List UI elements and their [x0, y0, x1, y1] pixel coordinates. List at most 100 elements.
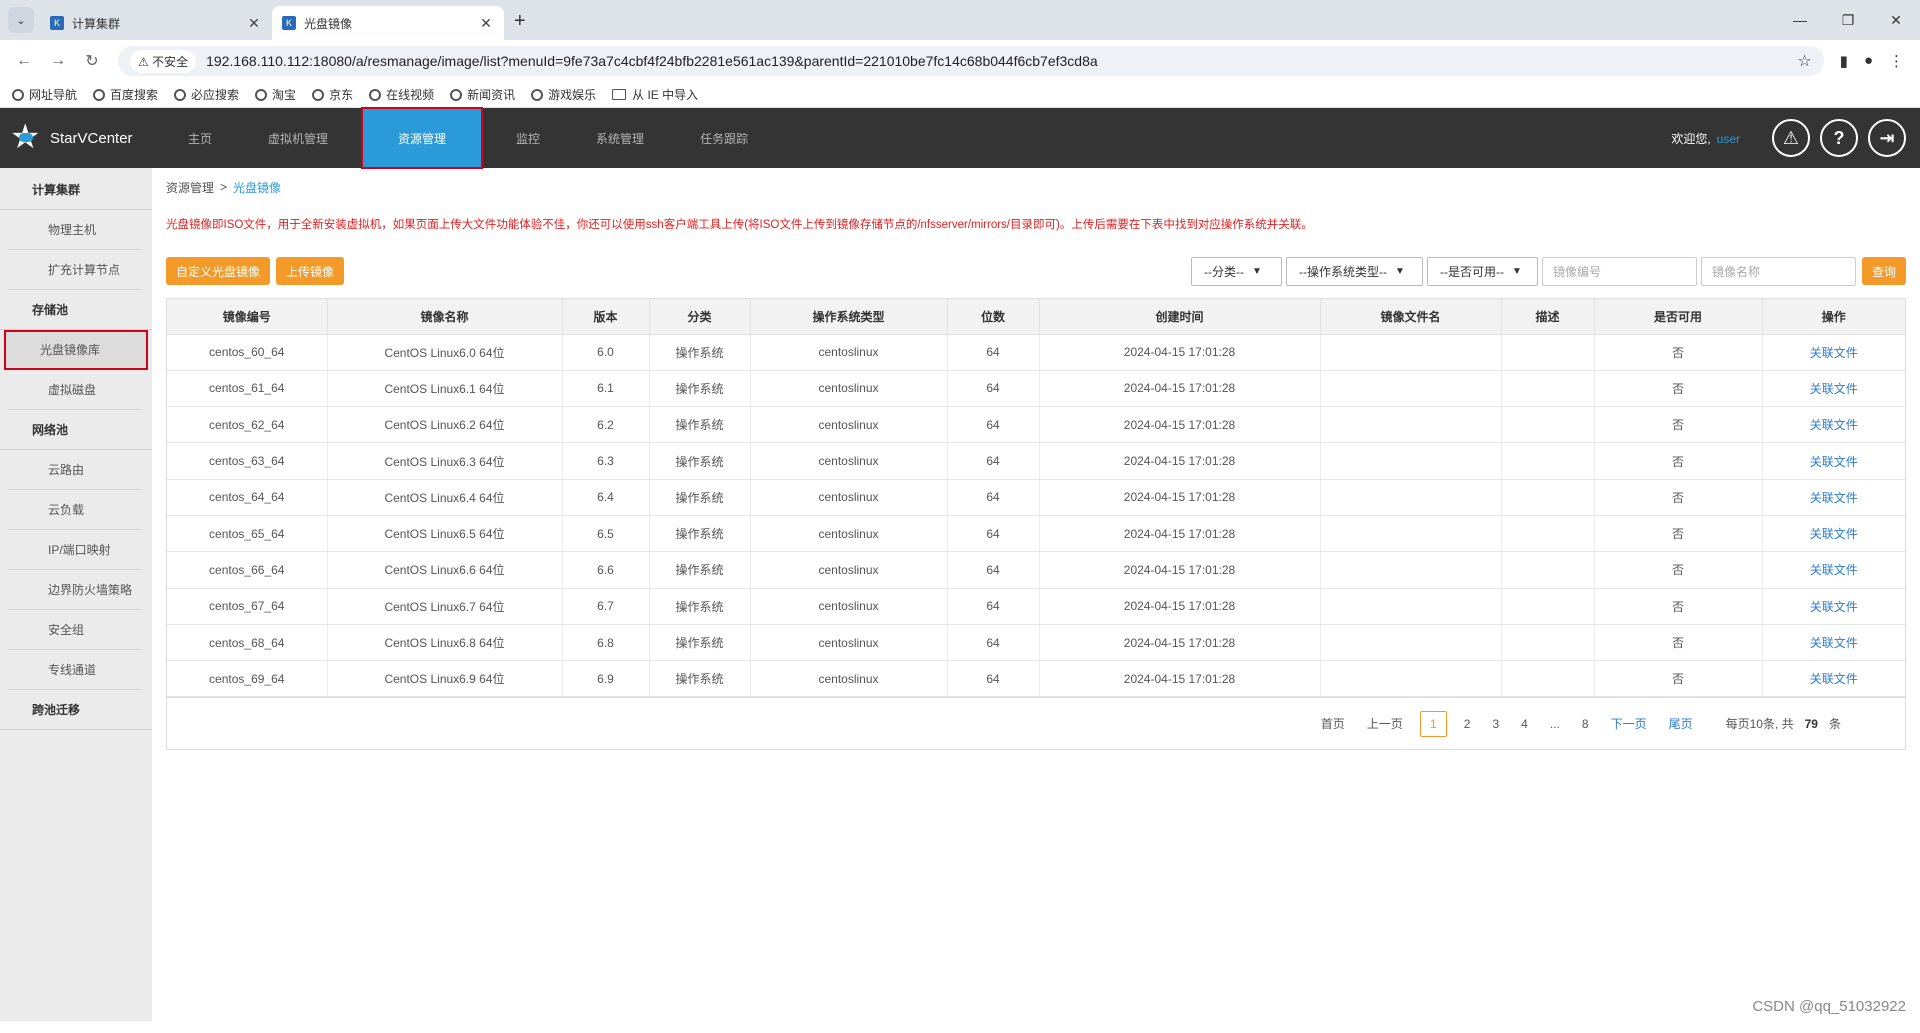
table-cell: centoslinux: [750, 334, 948, 371]
table-cell: 2024-04-15 17:01:28: [1039, 515, 1321, 553]
pager-page[interactable]: 8: [1582, 717, 1589, 731]
back-icon[interactable]: ←: [10, 52, 38, 70]
os-select-value: --操作系统类型--: [1299, 264, 1387, 279]
query-button[interactable]: 查询: [1862, 257, 1906, 285]
table-cell: [1501, 406, 1595, 444]
bookmark-item[interactable]: 新闻资讯: [450, 86, 515, 103]
profile-icon[interactable]: ●: [1864, 52, 1873, 70]
forward-icon[interactable]: →: [44, 52, 72, 70]
sidebar-item-network-pool[interactable]: 网络池: [0, 410, 152, 450]
link-file-link[interactable]: 关联文件: [1810, 455, 1858, 469]
sidebar-item-private-line[interactable]: 专线通道: [8, 650, 142, 690]
more-menu-icon[interactable]: ⋮: [1889, 52, 1904, 70]
close-window-icon[interactable]: ✕: [1872, 0, 1920, 40]
available-select[interactable]: --是否可用-- ▼: [1427, 256, 1538, 286]
minimize-icon[interactable]: —: [1776, 0, 1824, 40]
sidebar-item-port-mapping[interactable]: IP/端口映射: [8, 530, 142, 570]
pager-prev[interactable]: 上一页: [1367, 715, 1403, 732]
sidebar-item-storage-pool[interactable]: 存储池: [0, 290, 152, 330]
logout-icon[interactable]: ⇥: [1868, 119, 1906, 157]
sidebar-item-expand-node[interactable]: 扩充计算节点: [8, 250, 142, 290]
nav-vm-management[interactable]: 虚拟机管理: [240, 108, 356, 168]
side-panel-icon[interactable]: ▮: [1840, 52, 1848, 70]
bookmark-item[interactable]: 在线视频: [369, 86, 434, 103]
pager-last[interactable]: 尾页: [1669, 715, 1693, 732]
link-file-link[interactable]: 关联文件: [1810, 346, 1858, 360]
table-cell: CentOS Linux6.0 64位: [327, 334, 563, 371]
bookmark-item[interactable]: 必应搜索: [174, 86, 239, 103]
nav-system-management[interactable]: 系统管理: [568, 108, 672, 168]
pager-page[interactable]: 2: [1464, 717, 1471, 731]
link-file-link[interactable]: 关联文件: [1810, 672, 1858, 686]
nav-resource-management[interactable]: 资源管理: [361, 107, 484, 169]
reload-icon[interactable]: ↻: [78, 51, 106, 71]
sidebar: 计算集群 物理主机 扩充计算节点 存储池 光盘镜像库 虚拟磁盘 网络池 云路由 …: [0, 168, 152, 1021]
alert-icon[interactable]: ⚠: [1772, 119, 1810, 157]
link-file-link[interactable]: 关联文件: [1810, 418, 1858, 432]
link-file-link[interactable]: 关联文件: [1810, 382, 1858, 396]
bookmark-item[interactable]: 淘宝: [255, 86, 296, 103]
pager-page[interactable]: 4: [1521, 717, 1528, 731]
image-table: 镜像编号 镜像名称 版本 分类 操作系统类型 位数 创建时间 镜像文件名 描述 …: [166, 298, 1906, 751]
pager-first[interactable]: 首页: [1321, 715, 1345, 732]
sidebar-item-cross-pool-migration[interactable]: 跨池迁移: [0, 690, 152, 730]
security-badge[interactable]: ⚠ 不安全: [130, 49, 197, 73]
link-file-link[interactable]: 关联文件: [1810, 527, 1858, 541]
bookmark-item[interactable]: 游戏娱乐: [531, 86, 596, 103]
sidebar-item-compute-cluster[interactable]: 计算集群: [0, 170, 152, 210]
link-file-link[interactable]: 关联文件: [1810, 636, 1858, 650]
table-cell: 否: [1594, 551, 1763, 589]
table-cell: centoslinux: [750, 479, 948, 516]
sidebar-item-security-group[interactable]: 安全组: [8, 610, 142, 650]
nav-task-tracking[interactable]: 任务跟踪: [672, 108, 776, 168]
cell-action: 关联文件: [1762, 479, 1905, 516]
new-tab-button[interactable]: +: [514, 10, 526, 33]
cell-action: 关联文件: [1762, 588, 1905, 625]
col-action: 操作: [1762, 299, 1905, 335]
custom-iso-button[interactable]: 自定义光盘镜像: [166, 257, 271, 285]
link-file-link[interactable]: 关联文件: [1810, 563, 1858, 577]
table-cell: 6.9: [562, 660, 650, 698]
link-file-link[interactable]: 关联文件: [1810, 491, 1858, 505]
restore-icon[interactable]: ❐: [1824, 0, 1872, 40]
table-header-row: 镜像编号 镜像名称 版本 分类 操作系统类型 位数 创建时间 镜像文件名 描述 …: [167, 299, 1905, 335]
bookmark-folder[interactable]: 从 IE 中导入: [612, 86, 698, 103]
bookmark-item[interactable]: 网址导航: [12, 86, 77, 103]
pagination: 首页 上一页 1 2 3 4 ... 8 下一页 尾页 每页10条, 共 79 条: [167, 697, 1905, 749]
help-icon[interactable]: ?: [1820, 119, 1858, 157]
tab-search-button[interactable]: ⌄: [8, 7, 34, 33]
sidebar-item-iso-library[interactable]: 光盘镜像库: [4, 330, 148, 370]
sidebar-item-cloud-router[interactable]: 云路由: [8, 450, 142, 490]
sidebar-item-firewall[interactable]: 边界防火墙策略: [8, 570, 142, 610]
brand-logo[interactable]: StarVCenter: [0, 108, 150, 168]
bookmark-star-icon[interactable]: ☆: [1797, 51, 1811, 71]
nav-monitor[interactable]: 监控: [488, 108, 568, 168]
bookmark-item[interactable]: 京东: [312, 86, 353, 103]
table-cell: 6.3: [562, 442, 650, 480]
pager-page[interactable]: 3: [1492, 717, 1499, 731]
breadcrumb-parent[interactable]: 资源管理: [166, 179, 214, 196]
url-field[interactable]: ⚠ 不安全 192.168.110.112:18080/a/resmanage/…: [118, 46, 1824, 76]
close-tab-icon[interactable]: ✕: [478, 15, 494, 32]
sidebar-item-physical-host[interactable]: 物理主机: [8, 210, 142, 250]
nav-home[interactable]: 主页: [160, 108, 240, 168]
pager-next[interactable]: 下一页: [1611, 715, 1647, 732]
sidebar-item-cloud-lb[interactable]: 云负载: [8, 490, 142, 530]
bookmark-item[interactable]: 百度搜索: [93, 86, 158, 103]
category-select[interactable]: --分类-- ▼: [1191, 256, 1282, 286]
sidebar-item-virtual-disk[interactable]: 虚拟磁盘: [8, 370, 142, 410]
upload-image-button[interactable]: 上传镜像: [276, 257, 345, 285]
table-row: centos_60_64 CentOS Linux6.0 64位 6.0 操作系统 ce…: [167, 334, 1905, 371]
browser-tab-1[interactable]: K 计算集群 ✕: [40, 6, 272, 40]
image-code-input[interactable]: 镜像编号: [1542, 256, 1697, 286]
os-type-select[interactable]: --操作系统类型-- ▼: [1286, 256, 1423, 286]
col-file-name: 镜像文件名: [1320, 299, 1502, 335]
url-text[interactable]: 192.168.110.112:18080/a/resmanage/image/…: [206, 53, 1797, 69]
pager-page-current[interactable]: 1: [1419, 710, 1447, 737]
link-file-link[interactable]: 关联文件: [1810, 600, 1858, 614]
image-name-input[interactable]: 镜像名称: [1701, 256, 1856, 286]
username-link[interactable]: user: [1717, 132, 1740, 146]
close-tab-icon[interactable]: ✕: [246, 15, 262, 32]
browser-tab-2[interactable]: K 光盘镜像 ✕: [272, 6, 504, 40]
bookmark-label: 百度搜索: [110, 88, 159, 102]
